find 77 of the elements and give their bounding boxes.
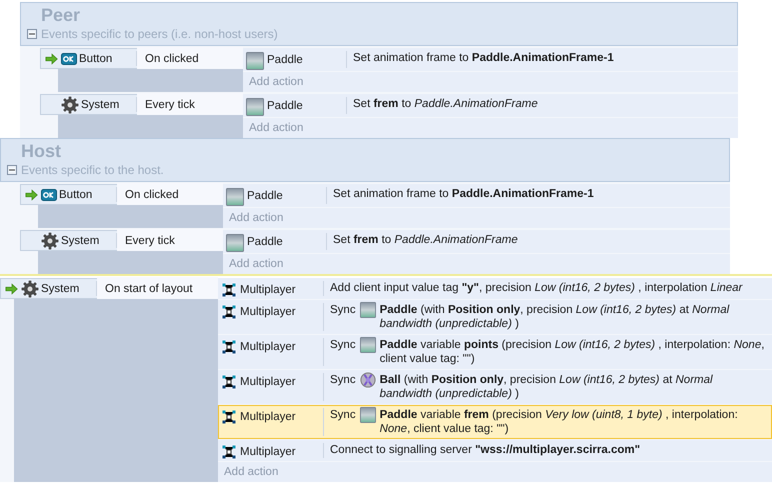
object-name: Multiplayer — [240, 445, 296, 460]
sprite-icon — [360, 302, 376, 318]
action-row[interactable]: Multiplayer Add client input value tag "y", precision Low (int16, 2 bytes) , interpolation Linear — [218, 278, 772, 299]
object-name: System — [41, 282, 80, 296]
object-name: Paddle — [267, 53, 303, 68]
action-verb: Sync — [330, 338, 356, 352]
gear-icon — [41, 232, 59, 250]
sprite-icon — [226, 234, 244, 252]
action-text: Paddle variable points (precision Low (int16, 2 bytes) , interpolation: None, client value tag: "") — [380, 338, 765, 366]
action-row[interactable]: Multiplayer Sync Paddle (with Position only, precision Low (int16, 2 bytes) at Normal bandwidth (unpredictable) ) — [218, 300, 772, 334]
condition-row[interactable]: Button On clicked — [20, 184, 223, 205]
group-title: Peer — [41, 5, 80, 25]
arrow-icon — [25, 186, 39, 202]
network-icon — [221, 409, 237, 425]
condition-text: Every tick — [117, 229, 223, 252]
network-icon — [221, 282, 237, 298]
action-text: Set animation frame to Paddle.AnimationFrame-1 — [353, 51, 614, 65]
action-text: Set animation frame to Paddle.AnimationFrame-1 — [333, 187, 594, 201]
arrow-icon — [5, 280, 19, 296]
object-name: Button — [79, 52, 112, 66]
action-row[interactable]: Paddle Set frem to Paddle.AnimationFrame — [223, 230, 730, 253]
object-name: Multiplayer — [240, 340, 296, 355]
action-text: Ball (with Position only, precision Low (int16, 2 bytes) at Normal bandwidth (unpredictable) ) — [380, 373, 714, 401]
action-verb: Sync — [330, 303, 356, 317]
group-description: Events specific to the host. — [21, 162, 164, 178]
action-row[interactable]: Paddle Set frem to Paddle.AnimationFrame — [243, 94, 738, 117]
object-name: Multiplayer — [240, 283, 296, 298]
action-text: Paddle (with Position only, precision Low (int16, 2 bytes) at Normal bandwidth (unpredictable) ) — [380, 303, 730, 331]
action-verb: Sync — [330, 408, 356, 422]
network-icon — [221, 304, 237, 320]
action-text: Set frem to Paddle.AnimationFrame — [353, 97, 538, 111]
action-row[interactable]: Paddle Set animation frame to Paddle.AnimationFrame-1 — [223, 184, 730, 207]
condition-text: On clicked — [137, 47, 243, 70]
sprite-icon — [226, 188, 244, 206]
network-icon — [221, 374, 237, 390]
gear-icon — [21, 280, 39, 298]
group-title: Host — [21, 141, 61, 161]
collapse-icon[interactable] — [27, 29, 37, 39]
object-name: Paddle — [247, 235, 283, 250]
action-verb: Sync — [330, 373, 356, 387]
button-icon — [61, 50, 77, 66]
group-description: Events specific to peers (i.e. non-host users) — [41, 26, 278, 42]
action-row[interactable]: Multiplayer Sync Paddle variable frem (precision Very low (uint8, 1 byte) , interpolation: None, client value tag: "") — [218, 405, 772, 439]
network-icon — [221, 339, 237, 355]
condition-text: On clicked — [117, 183, 223, 206]
sprite-icon — [246, 98, 264, 116]
condition-text: Every tick — [137, 93, 243, 116]
action-row[interactable]: Multiplayer Sync Paddle variable points (precision Low (int16, 2 bytes) , interpolation: None, client value tag: "") — [218, 335, 772, 369]
object-name: Paddle — [267, 99, 303, 114]
button-icon — [41, 186, 57, 202]
sprite-icon — [360, 337, 376, 353]
arrow-icon — [45, 50, 59, 66]
object-name: Button — [59, 188, 92, 202]
sprite-icon — [246, 52, 264, 70]
condition-row[interactable]: Button On clicked — [40, 48, 243, 69]
object-name: Paddle — [247, 189, 283, 204]
object-name: Multiplayer — [240, 375, 296, 390]
action-row[interactable]: Multiplayer Sync Ball (with Position only, precision Low (int16, 2 bytes) at Normal bandwidth (unpredictable) ) — [218, 370, 772, 404]
action-row[interactable]: Multiplayer Connect to signalling server "wss://multiplayer.scirra.com" — [218, 440, 772, 461]
action-text: Add client input value tag "y", precision Low (int16, 2 bytes) , interpolation Linear — [330, 281, 742, 295]
condition-row[interactable]: System Every tick — [40, 94, 243, 115]
condition-row[interactable]: System Every tick — [20, 230, 223, 251]
condition-text: On start of layout — [97, 277, 218, 300]
object-name: System — [81, 98, 120, 112]
ball-icon — [360, 372, 376, 388]
network-icon — [221, 444, 237, 460]
action-text: Set frem to Paddle.AnimationFrame — [333, 233, 518, 247]
object-name: System — [61, 234, 100, 248]
gear-icon — [61, 96, 79, 114]
action-row[interactable]: Paddle Set animation frame to Paddle.AnimationFrame-1 — [243, 48, 738, 71]
sprite-icon — [360, 407, 376, 423]
object-name: Multiplayer — [240, 410, 296, 425]
condition-row[interactable]: System On start of layout — [0, 278, 218, 299]
action-text: Connect to signalling server "wss://multiplayer.scirra.com" — [330, 443, 640, 457]
action-text: Paddle variable frem (precision Very low (uint8, 1 byte) , interpolation: None, client value tag: "") — [380, 408, 739, 436]
collapse-icon[interactable] — [7, 165, 17, 175]
object-name: Multiplayer — [240, 305, 296, 320]
